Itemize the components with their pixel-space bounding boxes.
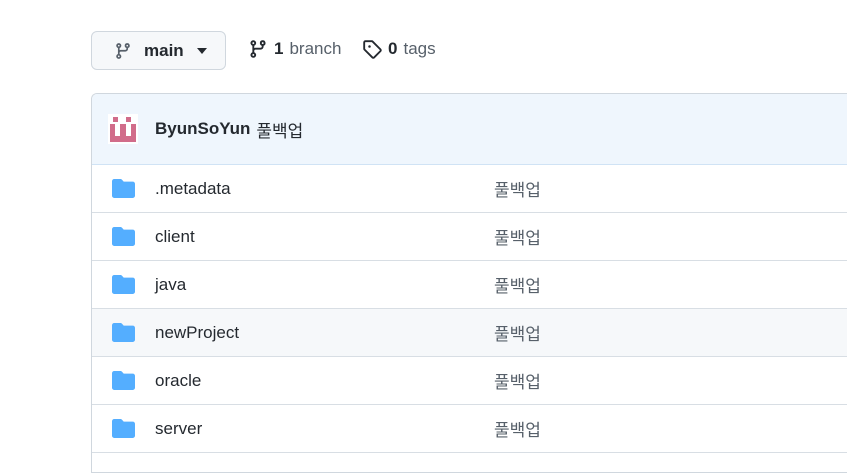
branches-count: 1 (274, 39, 284, 58)
branch-select-button[interactable]: main (91, 31, 226, 70)
file-name-link[interactable]: server (155, 419, 202, 439)
file-row-server[interactable]: server 풀백업 (92, 405, 847, 453)
tag-icon (362, 39, 382, 59)
file-commit-message-link[interactable]: 풀백업 (494, 176, 541, 201)
file-name-link[interactable]: java (155, 275, 186, 295)
tags-link[interactable]: 0 tags (362, 39, 436, 59)
branch-label: main (144, 40, 184, 60)
chevron-down-icon (196, 47, 207, 54)
file-name-link[interactable]: newProject (155, 323, 239, 343)
file-name-link[interactable]: oracle (155, 371, 201, 391)
folder-icon (112, 419, 135, 438)
file-row-oracle[interactable]: oracle 풀백업 (92, 357, 847, 405)
commit-message-link[interactable]: 풀백업 (256, 117, 303, 142)
folder-icon (112, 227, 135, 246)
file-row-client[interactable]: client 풀백업 (92, 213, 847, 261)
file-browser: ByunSoYun 풀백업 .metadata 풀백업 client 풀백업 j… (91, 93, 847, 473)
file-row-newproject[interactable]: newProject 풀백업 (92, 309, 847, 357)
branches-link[interactable]: 1 branch (248, 39, 341, 59)
file-commit-message-link[interactable]: 풀백업 (494, 224, 541, 249)
folder-icon (112, 323, 135, 342)
commit-author-link[interactable]: ByunSoYun (155, 119, 250, 139)
file-name-link[interactable]: .metadata (155, 179, 231, 199)
avatar[interactable] (108, 114, 138, 144)
branches-text: branch (289, 39, 342, 58)
git-branch-icon (114, 42, 132, 60)
file-row-metadata[interactable]: .metadata 풀백업 (92, 165, 847, 213)
folder-icon (112, 179, 135, 198)
file-commit-message-link[interactable]: 풀백업 (494, 320, 541, 345)
file-commit-message-link[interactable]: 풀백업 (494, 368, 541, 393)
file-row-java[interactable]: java 풀백업 (92, 261, 847, 309)
folder-icon (112, 371, 135, 390)
tags-count: 0 (388, 39, 398, 58)
repo-toolbar: main 1 branch 0 tags (0, 0, 847, 90)
latest-commit-header: ByunSoYun 풀백업 (92, 94, 847, 165)
file-commit-message-link[interactable]: 풀백업 (494, 416, 541, 441)
tags-text: tags (403, 39, 436, 58)
git-branch-icon (248, 39, 268, 59)
file-name-link[interactable]: client (155, 227, 195, 247)
file-commit-message-link[interactable]: 풀백업 (494, 272, 541, 297)
folder-icon (112, 275, 135, 294)
